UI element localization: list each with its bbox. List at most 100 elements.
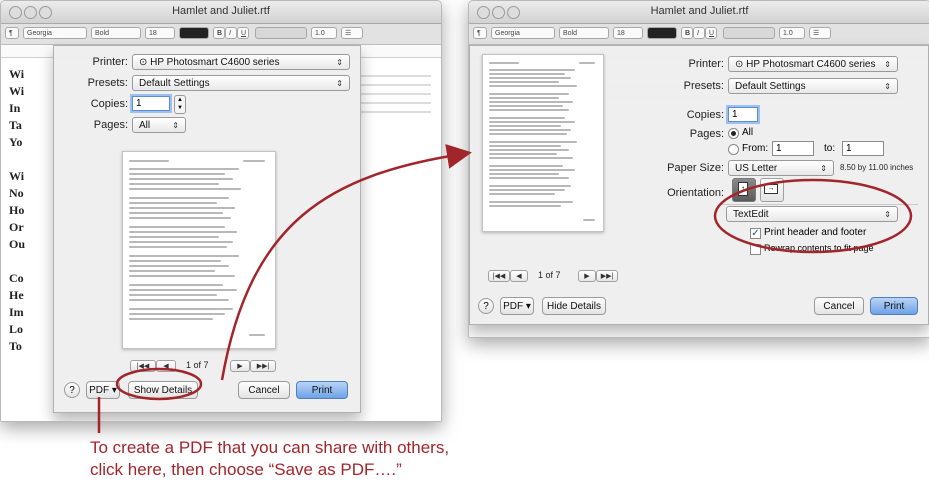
copies-label: Copies: — [90, 98, 128, 110]
paragraph-style-popup[interactable]: ¶ — [5, 27, 19, 39]
print-header-footer-label: Print header and footer — [764, 227, 867, 238]
printer-value: ⊙ HP Photosmart C4600 series — [735, 59, 876, 70]
paper-size-popup[interactable]: US Letter ⇕ — [728, 160, 834, 176]
separator — [720, 204, 918, 205]
underline-button[interactable]: U — [237, 27, 249, 39]
pdf-instruction-line-1: To create a PDF that you can share with … — [90, 438, 450, 457]
ghost-text-lines — [361, 68, 431, 120]
doc-line: Lo — [9, 322, 24, 336]
popup-arrows-icon: ⇕ — [884, 60, 891, 69]
doc-line: Ho — [9, 203, 25, 217]
document-text: Wi Wi In Ta Yo Wi No Ho Or Ou Co He Im L… — [9, 66, 25, 355]
format-toolbar: ¶ Georgia Bold 18 B I U 1.0 ☰ — [469, 24, 929, 45]
pdf-menu-button[interactable]: PDF ▾ — [86, 381, 120, 399]
line-spacing-popup[interactable]: 1.0 — [311, 27, 337, 39]
align-buttons[interactable] — [723, 27, 775, 39]
font-size-field[interactable]: 18 — [613, 27, 643, 39]
list-style-popup[interactable]: ☰ — [341, 27, 363, 39]
pages-from-field[interactable]: 1 — [772, 141, 814, 156]
print-button[interactable]: Print — [296, 381, 348, 399]
print-header-footer-checkbox[interactable]: ✓ — [750, 228, 761, 239]
presets-popup[interactable]: Default Settings ⇕ — [132, 75, 350, 91]
align-buttons[interactable] — [255, 27, 307, 39]
presets-popup[interactable]: Default Settings ⇕ — [728, 78, 898, 94]
pages-all-label: All — [742, 127, 754, 138]
bold-button[interactable]: B — [681, 27, 693, 39]
line-spacing-popup[interactable]: 1.0 — [779, 27, 805, 39]
format-toolbar: ¶ Georgia Bold 18 B I U 1.0 ☰ — [1, 24, 441, 45]
print-button[interactable]: Print — [870, 297, 918, 315]
page-count: 1 of 7 — [186, 360, 209, 370]
paper-size-label: Paper Size: — [667, 162, 724, 174]
list-style-popup[interactable]: ☰ — [809, 27, 831, 39]
doc-line: In — [9, 101, 21, 115]
presets-value: Default Settings — [139, 78, 210, 89]
previous-page-button[interactable]: ◀ — [510, 270, 528, 282]
font-size-field[interactable]: 18 — [145, 27, 175, 39]
cancel-button[interactable]: Cancel — [814, 297, 864, 315]
text-color-well[interactable] — [647, 27, 677, 39]
doc-line: Wi — [9, 67, 25, 81]
help-button[interactable]: ? — [64, 382, 80, 398]
popup-arrows-icon: ⇕ — [884, 210, 891, 219]
left-titlebar: Hamlet and Juliet.rtf — [1, 1, 441, 24]
presets-value: Default Settings — [735, 81, 806, 92]
hide-details-button[interactable]: Hide Details — [542, 297, 606, 315]
window-title: Hamlet and Juliet.rtf — [650, 5, 749, 17]
rewrap-contents-checkbox[interactable] — [750, 244, 761, 255]
italic-button[interactable]: I — [225, 27, 237, 39]
page-count: 1 of 7 — [538, 270, 561, 280]
last-page-button[interactable]: ▶▶| — [250, 360, 276, 372]
font-style-popup[interactable]: Bold — [559, 27, 609, 39]
font-family-popup[interactable]: Georgia — [23, 27, 87, 39]
copies-field[interactable]: 1 — [728, 107, 758, 122]
doc-line: He — [9, 288, 24, 302]
popup-arrows-icon: ⇕ — [820, 164, 827, 173]
copies-label: Copies: — [686, 109, 724, 121]
printer-popup[interactable]: ⊙ HP Photosmart C4600 series ⇕ — [132, 54, 350, 70]
doc-line: Ta — [9, 118, 22, 132]
left-textedit-window: Hamlet and Juliet.rtf ¶ Georgia Bold 18 … — [0, 0, 442, 422]
font-family-popup[interactable]: Georgia — [491, 27, 555, 39]
presets-label: Presets: — [683, 80, 724, 92]
show-details-button[interactable]: Show Details — [128, 381, 198, 399]
copies-field[interactable]: 1 — [132, 96, 170, 111]
first-page-button[interactable]: |◀◀ — [488, 270, 510, 282]
next-page-button[interactable]: ▶ — [578, 270, 596, 282]
paragraph-style-popup[interactable]: ¶ — [473, 27, 487, 39]
help-button[interactable]: ? — [478, 298, 494, 314]
doc-line: No — [9, 186, 24, 200]
italic-button[interactable]: I — [693, 27, 705, 39]
bold-button[interactable]: B — [213, 27, 225, 39]
print-sheet-expanded: |◀◀ ◀ 1 of 7 ▶ ▶▶| Printer: ⊙ HP Photosm… — [469, 45, 929, 325]
text-color-well[interactable] — [179, 27, 209, 39]
pages-all-radio[interactable] — [728, 128, 739, 139]
printer-label: Printer: — [92, 56, 128, 68]
copies-stepper[interactable]: ▲ ▼ — [174, 95, 186, 114]
first-page-button[interactable]: |◀◀ — [130, 360, 156, 372]
pdf-menu-button[interactable]: PDF ▾ — [500, 297, 534, 315]
next-page-button[interactable]: ▶ — [230, 360, 250, 372]
doc-line: Wi — [9, 169, 25, 183]
pdf-instruction-line-2: click here, then choose “Save as PDF….” — [90, 460, 402, 479]
printer-popup[interactable]: ⊙ HP Photosmart C4600 series ⇕ — [728, 56, 898, 72]
popup-arrows-icon: ⇕ — [884, 82, 891, 91]
underline-button[interactable]: U — [705, 27, 717, 39]
previous-page-button[interactable]: ◀ — [156, 360, 176, 372]
right-textedit-window: Hamlet and Juliet.rtf ¶ Georgia Bold 18 … — [468, 0, 929, 338]
pages-popup[interactable]: All ⇕ — [132, 117, 186, 133]
last-page-button[interactable]: ▶▶| — [596, 270, 618, 282]
doc-line: Wi — [9, 84, 25, 98]
print-sheet-collapsed: Printer: ⊙ HP Photosmart C4600 series ⇕ … — [53, 45, 361, 413]
paper-size-value: US Letter — [735, 163, 778, 174]
pages-to-label: to: — [824, 143, 836, 154]
font-style-popup[interactable]: Bold — [91, 27, 141, 39]
print-preview-page — [122, 151, 276, 349]
pages-to-field[interactable]: 1 — [842, 141, 884, 156]
cancel-button[interactable]: Cancel — [238, 381, 290, 399]
doc-line: To — [9, 339, 22, 353]
pages-range-radio[interactable] — [728, 144, 739, 155]
pages-value: All — [139, 120, 151, 131]
app-settings-popup[interactable]: TextEdit ⇕ — [726, 206, 898, 222]
window-title: Hamlet and Juliet.rtf — [172, 5, 270, 17]
